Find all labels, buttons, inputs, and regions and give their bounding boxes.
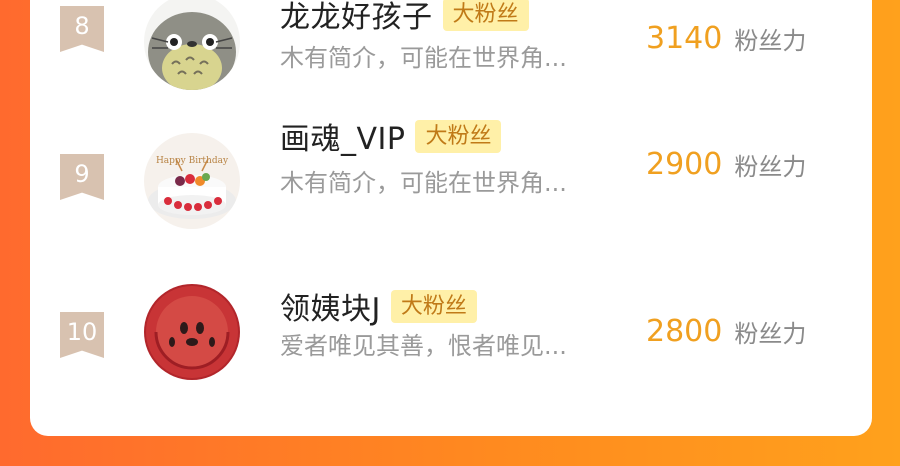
watermelon-avatar[interactable] bbox=[144, 284, 240, 380]
fan-name[interactable]: 龙龙好孩子 bbox=[280, 0, 433, 36]
fan-intro: 木有简介，可能在世界角... bbox=[280, 44, 567, 72]
fan-score: 2800 粉丝力 bbox=[646, 311, 806, 351]
fan-score: 2900 粉丝力 bbox=[646, 144, 806, 184]
fan-power-label: 粉丝力 bbox=[734, 319, 807, 348]
ranking-row-8[interactable]: 8 龙龙好孩子 大粉丝 木有简介，可能在世界角... 3140 粉丝力 bbox=[30, 0, 872, 90]
fan-name-line: 画魂_VIP 大粉丝 bbox=[280, 114, 502, 158]
rank-badge: 10 bbox=[60, 312, 104, 358]
fan-power-label: 粉丝力 bbox=[734, 26, 807, 55]
fan-name-line: 龙龙好孩子 大粉丝 bbox=[280, 0, 529, 36]
fan-score: 3140 粉丝力 bbox=[646, 18, 806, 58]
birthday-cake-avatar[interactable]: Happy Birthday bbox=[144, 133, 240, 229]
fan-level-badge: 大粉丝 bbox=[442, 0, 529, 31]
fan-intro: 爱者唯见其善，恨者唯见... bbox=[280, 332, 567, 360]
fan-name[interactable]: 领姨块J bbox=[280, 284, 381, 328]
fan-name[interactable]: 画魂_VIP bbox=[280, 114, 405, 158]
rank-badge: 8 bbox=[60, 6, 104, 52]
fan-power-value: 2800 bbox=[646, 313, 723, 349]
fan-name-line: 领姨块J 大粉丝 bbox=[280, 284, 477, 328]
fan-power-label: 粉丝力 bbox=[734, 152, 807, 181]
cake-topper-text: Happy Birthday bbox=[156, 156, 229, 166]
totoro-avatar[interactable] bbox=[144, 0, 240, 90]
rank-badge: 9 bbox=[60, 154, 104, 200]
fan-power-value: 2900 bbox=[646, 146, 723, 182]
fan-ranking-card: 8 龙龙好孩子 大粉丝 木有简介，可能在世界角... 3140 粉丝力 9 Ha… bbox=[30, 0, 872, 436]
fan-level-badge: 大粉丝 bbox=[390, 289, 477, 323]
fan-intro: 木有简介，可能在世界角... bbox=[280, 169, 567, 197]
ranking-row-9[interactable]: 9 Happy Birthday 画魂_VIP 大粉丝 木有简介，可能在世界角.… bbox=[30, 116, 872, 236]
fan-level-badge: 大粉丝 bbox=[415, 119, 502, 153]
fan-power-value: 3140 bbox=[646, 20, 723, 56]
ranking-row-10[interactable]: 10 领姨块J 大粉丝 爱者唯见其善，恨者唯见... 2800 粉丝力 bbox=[30, 256, 872, 380]
